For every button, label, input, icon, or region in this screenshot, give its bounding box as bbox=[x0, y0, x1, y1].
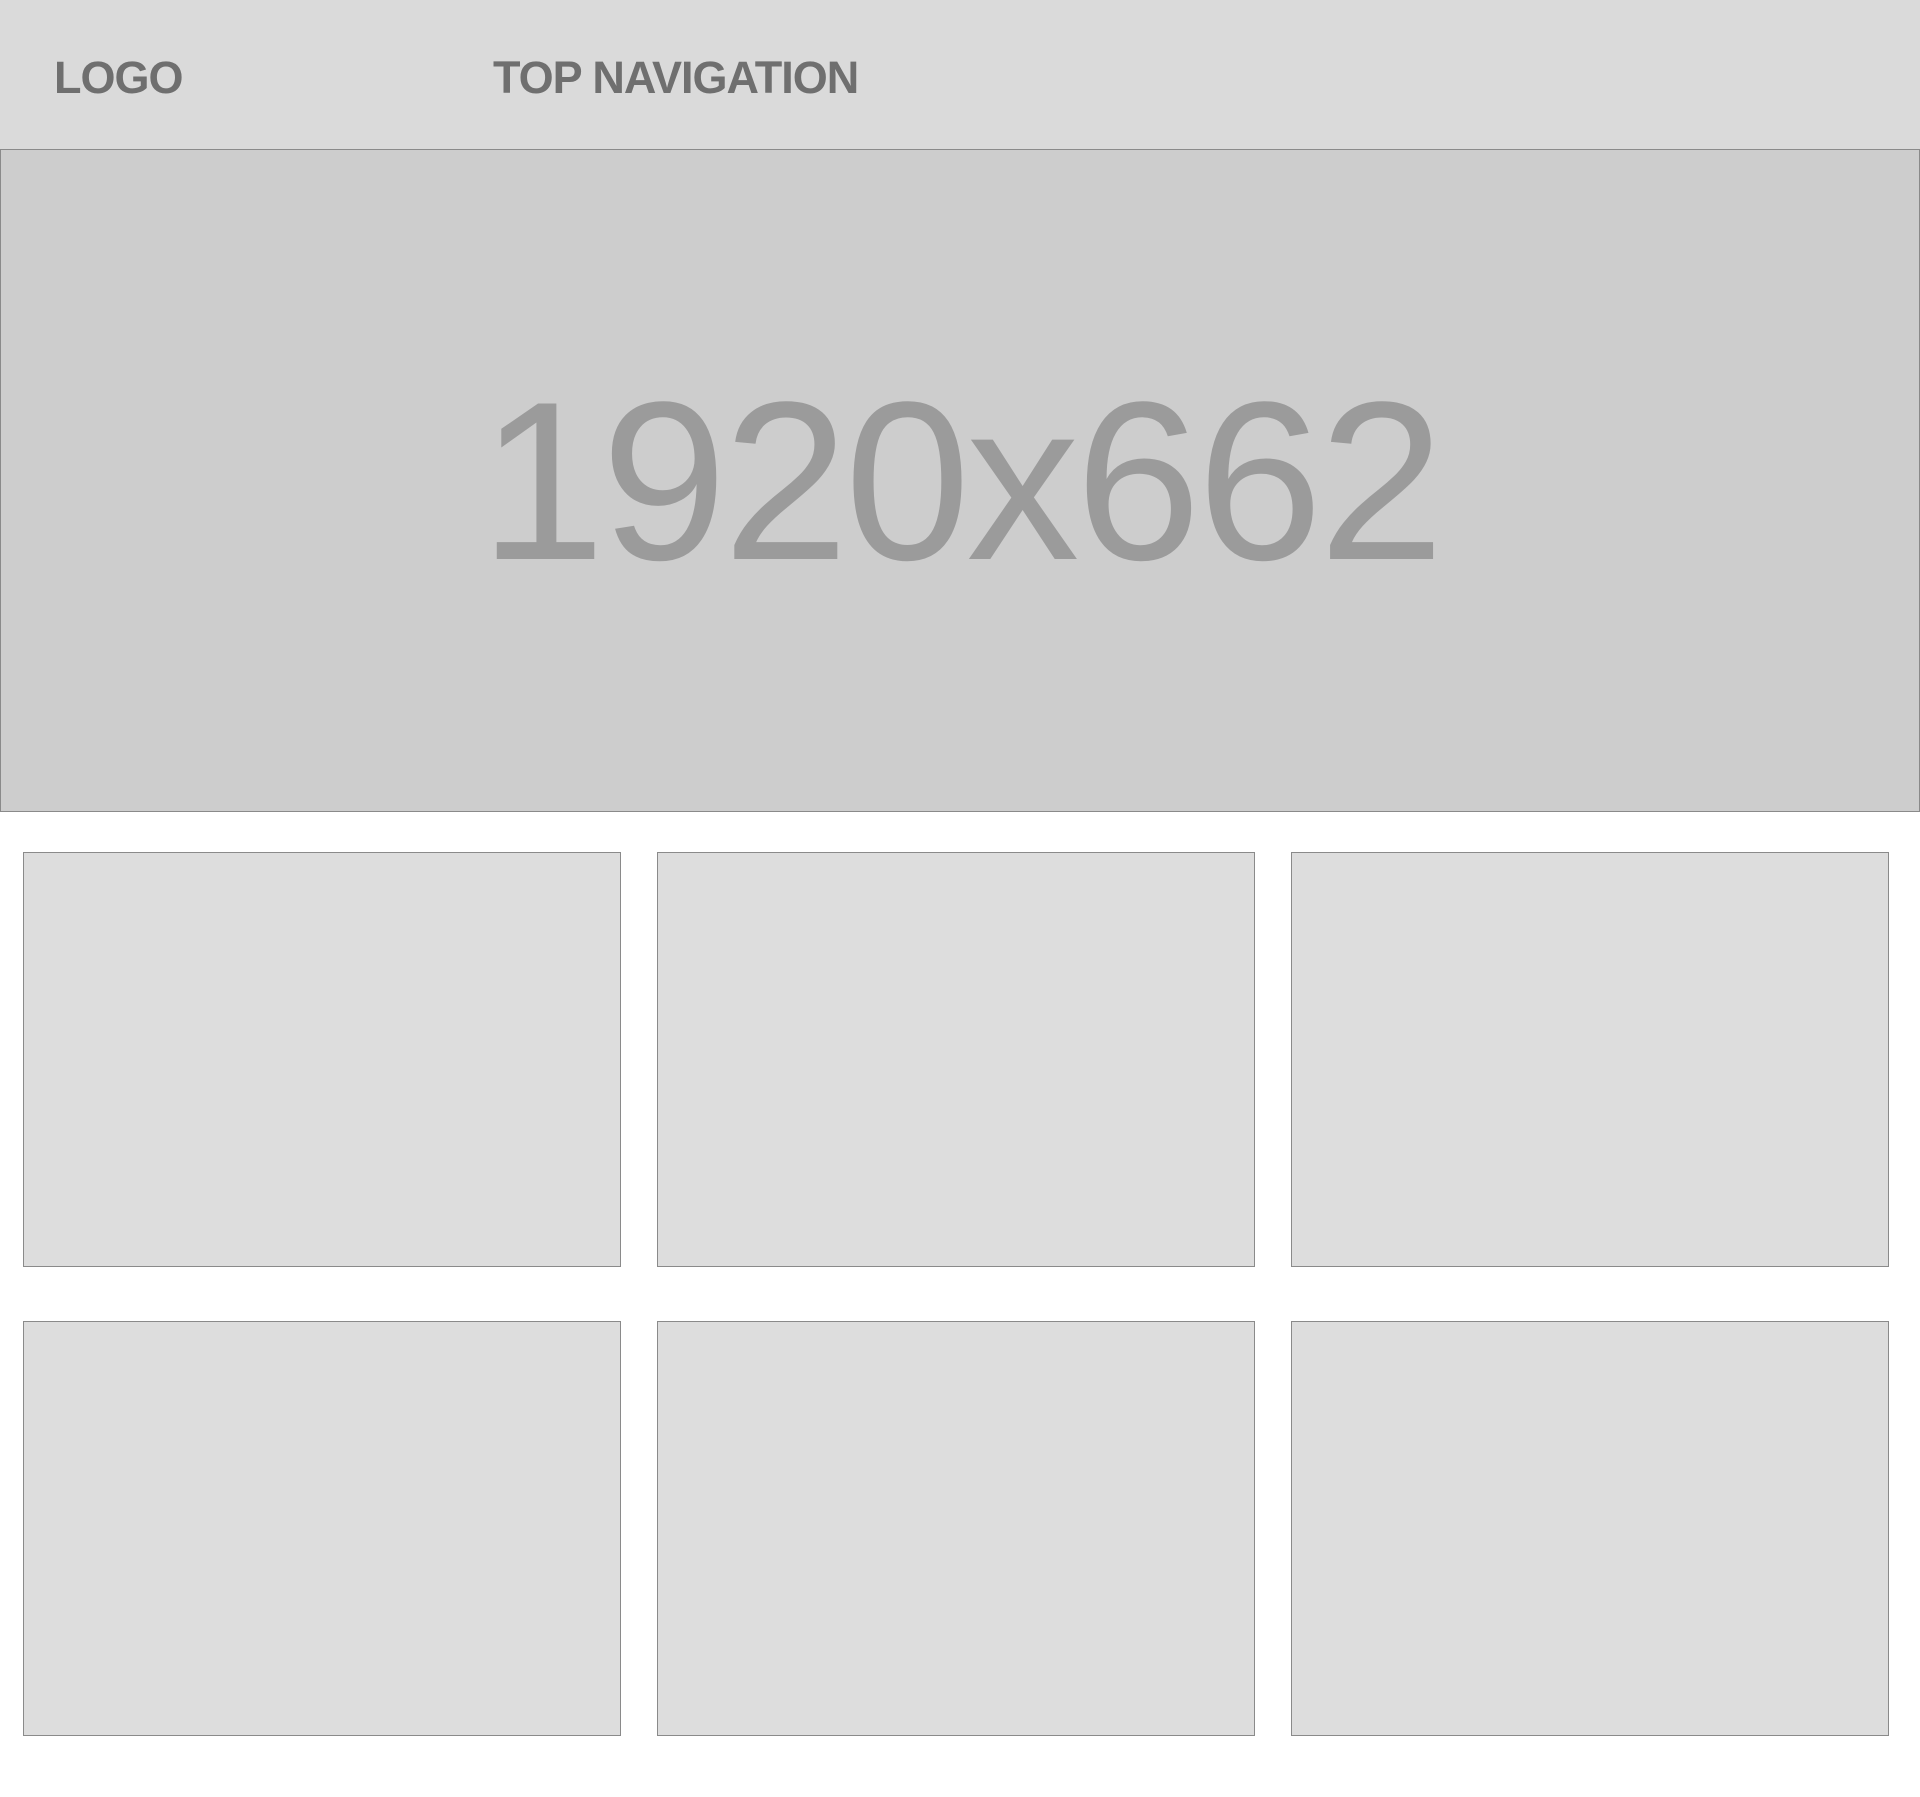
top-navigation[interactable]: TOP NAVIGATION bbox=[493, 50, 859, 106]
content-tile-3[interactable] bbox=[1291, 852, 1889, 1267]
hero-image-placeholder: 1920x662 bbox=[0, 149, 1920, 812]
logo[interactable]: LOGO bbox=[54, 50, 183, 106]
content-tile-2[interactable] bbox=[657, 852, 1255, 1267]
content-tile-1[interactable] bbox=[23, 852, 621, 1267]
hero-dimension-label: 1920x662 bbox=[479, 353, 1445, 607]
content-tile-6[interactable] bbox=[1291, 1321, 1889, 1736]
content-tile-5[interactable] bbox=[657, 1321, 1255, 1736]
page: LOGO TOP NAVIGATION 1920x662 bbox=[0, 0, 1920, 1797]
header: LOGO TOP NAVIGATION bbox=[0, 0, 1920, 149]
content-tile-4[interactable] bbox=[23, 1321, 621, 1736]
